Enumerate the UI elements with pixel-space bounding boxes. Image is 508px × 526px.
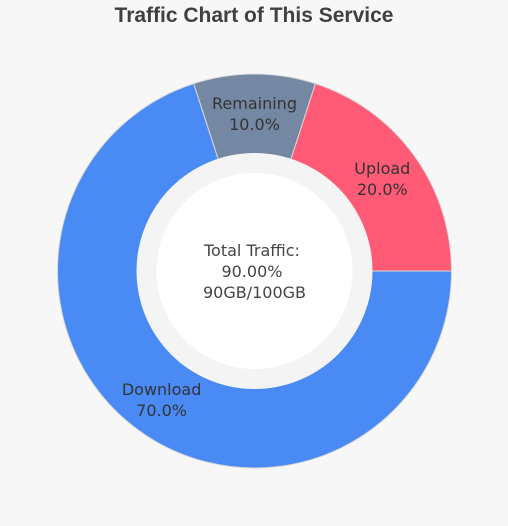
center-line-usage: 90GB/100GB: [203, 283, 306, 302]
slice-percent-label: 10.0%: [229, 115, 280, 134]
slice-category-label: Remaining: [212, 94, 297, 113]
center-line-total-label: Total Traffic:: [203, 241, 300, 260]
slice-percent-label: 70.0%: [136, 401, 187, 420]
center-line-percent: 90.00%: [221, 262, 282, 281]
slice-category-label: Download: [122, 380, 202, 399]
slice-percent-label: 20.0%: [357, 180, 408, 199]
donut-chart: Upload 20.0% Remaining 10.0% Download 70.0% T…: [57, 73, 453, 469]
slice-category-label: Upload: [354, 159, 410, 178]
